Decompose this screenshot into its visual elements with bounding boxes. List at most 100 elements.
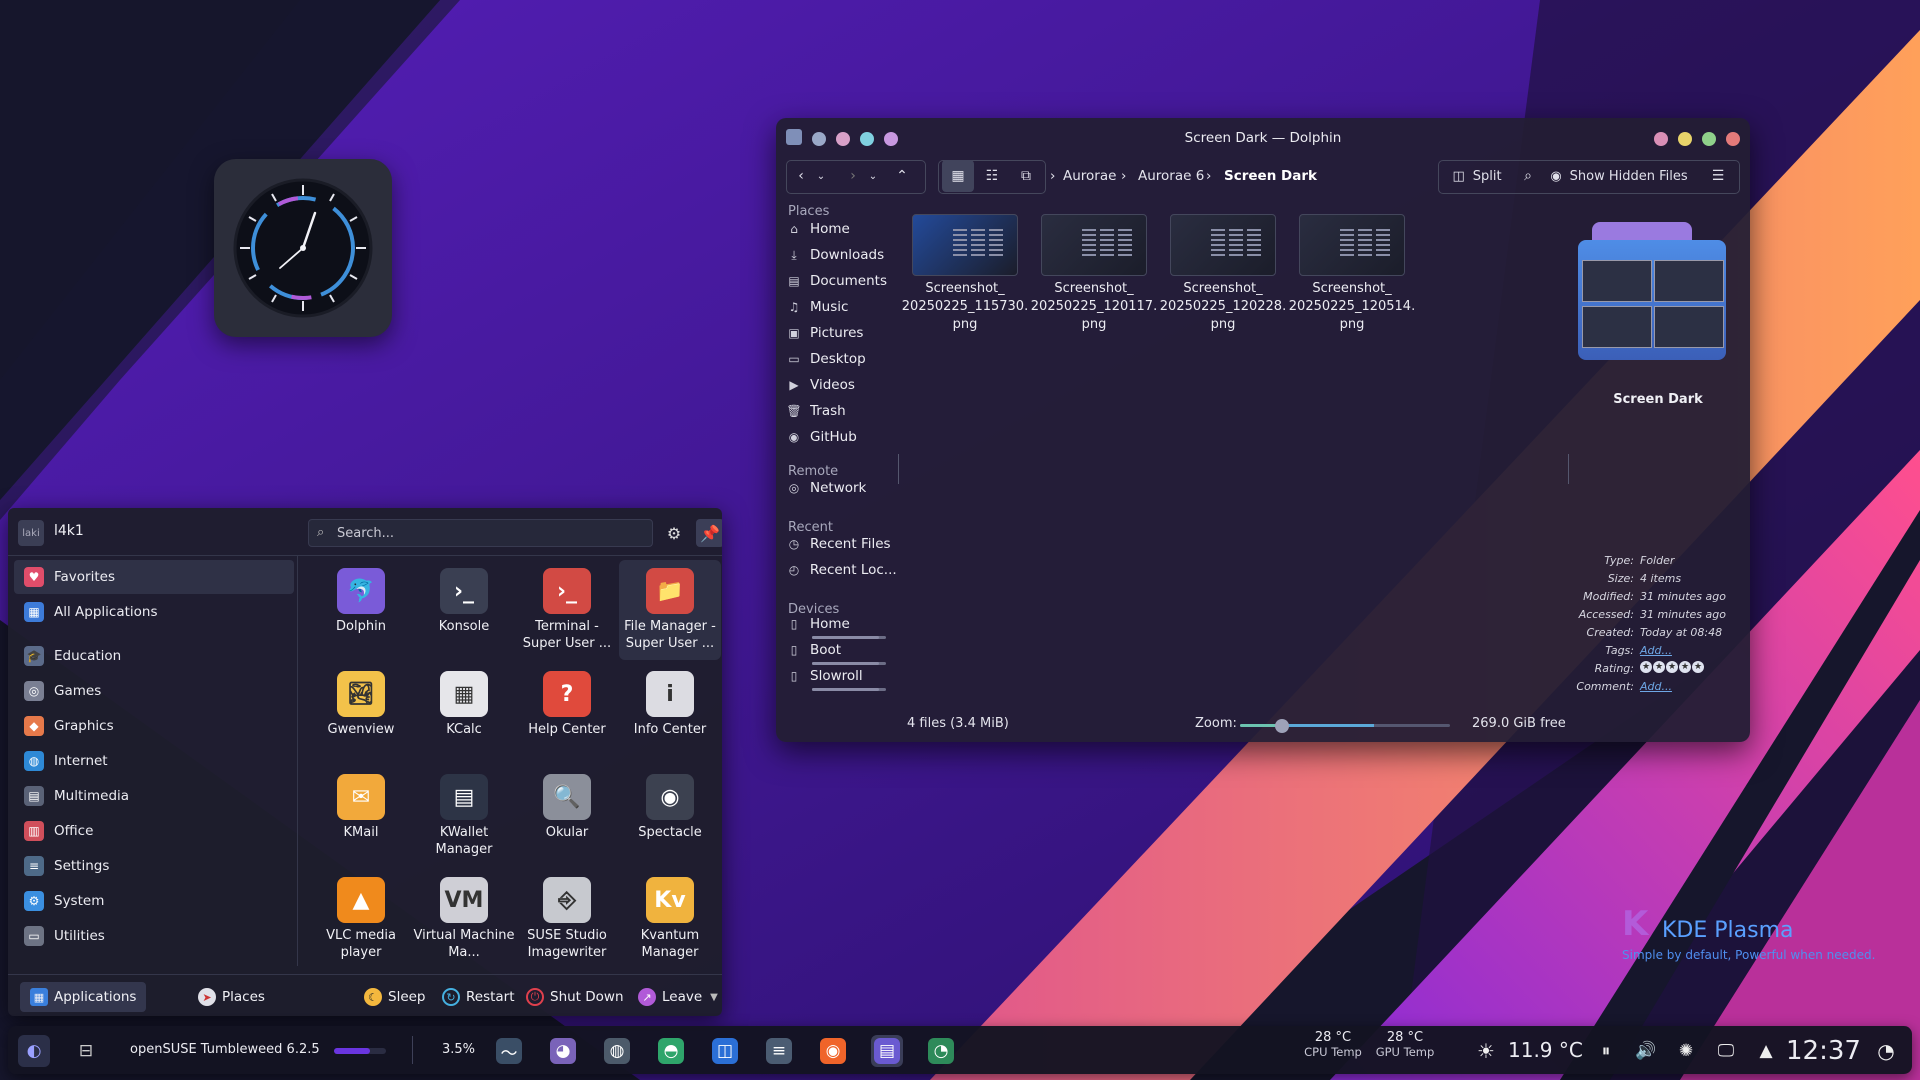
places-item[interactable]: ▯ Slowroll (786, 664, 896, 688)
category-item[interactable]: ▥ Office (14, 814, 294, 848)
pager-button[interactable]: ⊟ (70, 1035, 102, 1067)
peek-desktop-button[interactable]: ◔ (1870, 1035, 1902, 1067)
breadcrumb-item[interactable]: Aurorae 6 (1138, 168, 1204, 184)
split-button[interactable]: ◫ Split (1442, 160, 1512, 192)
category-item[interactable]: ◍ Internet (14, 744, 294, 778)
applications-tab[interactable]: ▦ Applications (20, 982, 147, 1012)
category-item[interactable]: ▭ Utilities (14, 919, 294, 953)
zoom-slider-handle[interactable] (1275, 719, 1289, 733)
up-button[interactable]: ⌃ (890, 160, 914, 192)
comment-add-link[interactable]: Add... (1640, 680, 1750, 693)
places-item[interactable]: ▯ Home (786, 612, 896, 636)
show-hidden-files-button[interactable]: ◉ Show Hidden Files (1544, 160, 1694, 192)
task-button[interactable]: ◫ (709, 1035, 741, 1067)
icons-view-button[interactable]: ▦ (942, 160, 974, 192)
close-button[interactable] (1726, 132, 1740, 146)
rating-stars[interactable]: ★ ★ ★ ★ ★ (1640, 659, 1750, 673)
cpu-usage-widget[interactable]: 3.5% (428, 1032, 484, 1068)
places-item[interactable]: ⌂ Home (786, 217, 896, 241)
places-item[interactable]: ♫ Music (786, 295, 896, 319)
app-tile[interactable]: ? Help Center (516, 663, 618, 763)
tags-add-link[interactable]: Add... (1640, 644, 1750, 657)
back-button[interactable]: ‹ (790, 160, 812, 192)
clock-time[interactable]: 12:37 (1786, 1036, 1861, 1066)
star-icon[interactable]: ★ (1679, 661, 1691, 673)
places-item[interactable]: ◴ Recent Loc... (786, 558, 896, 582)
restart-button[interactable]: ↻ Restart (432, 982, 525, 1012)
app-tile[interactable]: ›_ Konsole (413, 560, 515, 660)
places-item[interactable]: ◉ GitHub (786, 425, 896, 449)
clock-widget[interactable] (214, 159, 392, 337)
star-icon[interactable]: ★ (1653, 661, 1665, 673)
forward-history-button[interactable]: ⌄ (864, 160, 882, 192)
category-item[interactable]: ♥ Favorites (14, 560, 294, 594)
breadcrumb-item[interactable]: Aurorae (1063, 168, 1116, 184)
app-tile[interactable]: ⎆ SUSE Studio Imagewriter (516, 869, 618, 969)
weather-widget[interactable]: ☀ (1470, 1035, 1502, 1067)
places-item[interactable]: 🗑 Trash (786, 399, 896, 423)
task-button[interactable]: 〜 (493, 1035, 525, 1067)
gpu-temp-widget[interactable]: 28 °C GPU Temp (1370, 1030, 1440, 1070)
app-tile[interactable]: ▤ KWallet Manager (413, 766, 515, 866)
category-item[interactable]: ◎ Games (14, 674, 294, 708)
task-button[interactable]: ◕ (547, 1035, 579, 1067)
app-tile[interactable]: 🐬 Dolphin (310, 560, 412, 660)
app-tile[interactable]: 🔍 Okular (516, 766, 618, 866)
forward-button[interactable]: › (842, 160, 864, 192)
sleep-button[interactable]: ☾ Sleep (354, 982, 436, 1012)
places-item[interactable]: ◎ Network (786, 476, 896, 500)
category-item[interactable]: ▤ Multimedia (14, 779, 294, 813)
volume-button[interactable]: 🔊 (1630, 1035, 1662, 1067)
search-input[interactable] (337, 523, 637, 543)
places-item[interactable]: ◷ Recent Files (786, 532, 896, 556)
shade-button[interactable] (1678, 132, 1692, 146)
app-tile[interactable]: ◉ Spectacle (619, 766, 721, 866)
task-button[interactable]: ▤ (871, 1035, 903, 1067)
places-item[interactable]: ▤ Documents (786, 269, 896, 293)
task-button[interactable]: ◉ (817, 1035, 849, 1067)
compact-view-button[interactable]: ☷ (976, 160, 1008, 192)
maximize-button[interactable] (1702, 132, 1716, 146)
category-item[interactable]: 🎓 Education (14, 639, 294, 673)
task-button[interactable]: ◓ (655, 1035, 687, 1067)
leave-button[interactable]: ↗ Leave ▼ (628, 982, 722, 1012)
places-item[interactable]: ▯ Boot (786, 638, 896, 662)
app-tile[interactable]: 📁 File Manager - Super User ... (619, 560, 721, 660)
system-tray-expand-button[interactable]: ▲ (1750, 1035, 1782, 1067)
star-icon[interactable]: ★ (1666, 661, 1678, 673)
back-history-button[interactable]: ⌄ (812, 160, 830, 192)
minimize-button[interactable] (1654, 132, 1668, 146)
star-icon[interactable]: ★ (1692, 661, 1704, 673)
task-button[interactable]: ≡ (763, 1035, 795, 1067)
places-item[interactable]: ▣ Pictures (786, 321, 896, 345)
places-item[interactable]: ⤓ Downloads (786, 243, 896, 267)
places-tab[interactable]: ➤ Places (188, 982, 275, 1012)
category-item[interactable]: ≡ Settings (14, 849, 294, 883)
task-button[interactable]: ◔ (925, 1035, 957, 1067)
app-tile[interactable]: ›_ Terminal - Super User ... (516, 560, 618, 660)
brightness-button[interactable]: ✺ (1670, 1035, 1702, 1067)
avatar[interactable]: laki (18, 520, 44, 546)
configure-button[interactable]: ⚙ (660, 519, 688, 547)
app-tile[interactable]: ▦ KCalc (413, 663, 515, 763)
details-view-button[interactable]: ⧉ (1010, 160, 1042, 192)
pin-button[interactable]: 📌 (696, 519, 722, 547)
zoom-slider[interactable] (1240, 719, 1450, 733)
window-titlebar[interactable]: Screen Dark — Dolphin (776, 118, 1750, 158)
weather-temperature[interactable]: 11.9 °C (1508, 1038, 1583, 1062)
category-item[interactable]: ◆ Graphics (14, 709, 294, 743)
app-tile[interactable]: ✉ KMail (310, 766, 412, 866)
category-item[interactable]: ⚙ System (14, 884, 294, 918)
star-icon[interactable]: ★ (1640, 661, 1652, 673)
hamburger-menu-button[interactable]: ☰ (1702, 160, 1734, 192)
shutdown-button[interactable]: ⏻ Shut Down (516, 982, 634, 1012)
cpu-temp-widget[interactable]: 28 °C CPU Temp (1298, 1030, 1368, 1070)
app-tile[interactable]: Kv Kvantum Manager (619, 869, 721, 969)
application-launcher-button[interactable]: ◐ (18, 1035, 50, 1067)
places-item[interactable]: ▶ Videos (786, 373, 896, 397)
app-tile[interactable]: i Info Center (619, 663, 721, 763)
network-button[interactable]: 🖵 (1710, 1035, 1742, 1067)
media-player-button[interactable]: ⏸ (1590, 1035, 1622, 1067)
search-box[interactable]: ⌕ (308, 519, 653, 547)
app-tile[interactable]: 🏞 Gwenview (310, 663, 412, 763)
